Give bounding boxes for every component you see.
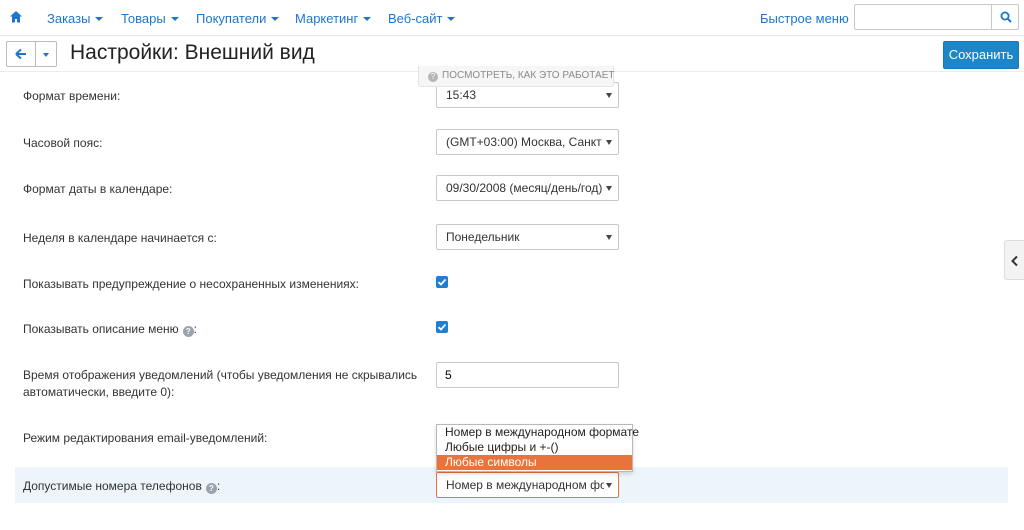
allowed-phones-dropdown: Номер в международном формате Любые цифр… (436, 424, 639, 472)
nav-marketing[interactable]: Маркетинг (295, 11, 372, 26)
chevron-down-icon (170, 17, 179, 21)
dropdown-arrow-icon (606, 93, 612, 98)
unsaved-warning-checkbox[interactable] (436, 276, 448, 288)
chevron-left-icon (1011, 255, 1018, 267)
week-start-label: Неделя в календаре начинается с: (23, 231, 217, 245)
timezone-label: Часовой пояс: (23, 136, 103, 150)
search-input[interactable] (854, 4, 992, 30)
menu-description-checkbox[interactable] (436, 321, 448, 333)
dropdown-arrow-icon (606, 235, 612, 240)
chevron-down-icon (363, 17, 372, 21)
unsaved-warning-label: Показывать предупреждение о несохраненны… (23, 277, 359, 291)
allowed-phones-select[interactable]: Номер в международном фор (436, 472, 619, 498)
search-icon (1000, 11, 1012, 23)
chevron-down-icon (43, 53, 49, 57)
sidebar-toggle[interactable] (1004, 240, 1024, 280)
menu-description-label: Показывать описание меню?: (23, 322, 197, 337)
time-format-label: Формат времени: (23, 89, 121, 103)
page-title: Настройки: Внешний вид (70, 41, 315, 64)
help-icon[interactable]: ? (205, 483, 217, 494)
notification-time-label-line1: Время отображения уведомлений (чтобы уве… (23, 368, 418, 382)
calendar-date-format-label: Формат даты в календаре: (23, 182, 173, 196)
dropdown-option[interactable]: Номер в международном формате (437, 425, 639, 440)
dropdown-arrow-icon (606, 483, 612, 488)
checkmark-icon (437, 323, 447, 331)
arrow-left-icon (15, 48, 26, 60)
timezone-select[interactable]: (GMT+03:00) Москва, Санкт Пе (436, 129, 619, 155)
back-button[interactable] (6, 41, 36, 67)
question-icon: ? (428, 72, 438, 82)
how-it-works-link[interactable]: ? ПОСМОТРЕТЬ, КАК ЭТО РАБОТАЕТ (418, 66, 615, 87)
nav-customers[interactable]: Покупатели (196, 11, 280, 26)
notification-time-input[interactable] (436, 362, 619, 388)
notification-time-label-line2: автоматически, введите 0): (23, 385, 175, 399)
week-start-select[interactable]: Понедельник (436, 224, 619, 250)
quick-menu-link[interactable]: Быстрое меню (760, 11, 849, 26)
dropdown-arrow-icon (606, 140, 612, 145)
allowed-phones-label: Допустимые номера телефонов?: (23, 479, 221, 494)
nav-products[interactable]: Товары (121, 11, 179, 26)
chevron-down-icon (447, 17, 456, 21)
search-button[interactable] (991, 4, 1019, 30)
email-edit-mode-label: Режим редактирования email-уведомлений: (23, 431, 268, 445)
chevron-down-icon (95, 17, 104, 21)
home-icon[interactable] (9, 10, 23, 24)
nav-orders[interactable]: Заказы (47, 11, 104, 26)
checkmark-icon (437, 278, 447, 286)
history-dropdown-button[interactable] (35, 41, 57, 67)
save-button[interactable]: Сохранить (943, 41, 1019, 69)
calendar-date-format-select[interactable]: 09/30/2008 (месяц/день/год) (436, 175, 619, 201)
chevron-down-icon (271, 17, 280, 21)
dropdown-option[interactable]: Любые цифры и +-() (437, 440, 632, 455)
dropdown-arrow-icon (606, 186, 612, 191)
help-icon[interactable]: ? (182, 326, 194, 337)
top-navigation: Заказы Товары Покупатели Маркетинг Веб-с… (0, 0, 1024, 36)
nav-website[interactable]: Веб-сайт (388, 11, 456, 26)
dropdown-option-selected[interactable]: Любые символы (437, 455, 632, 470)
